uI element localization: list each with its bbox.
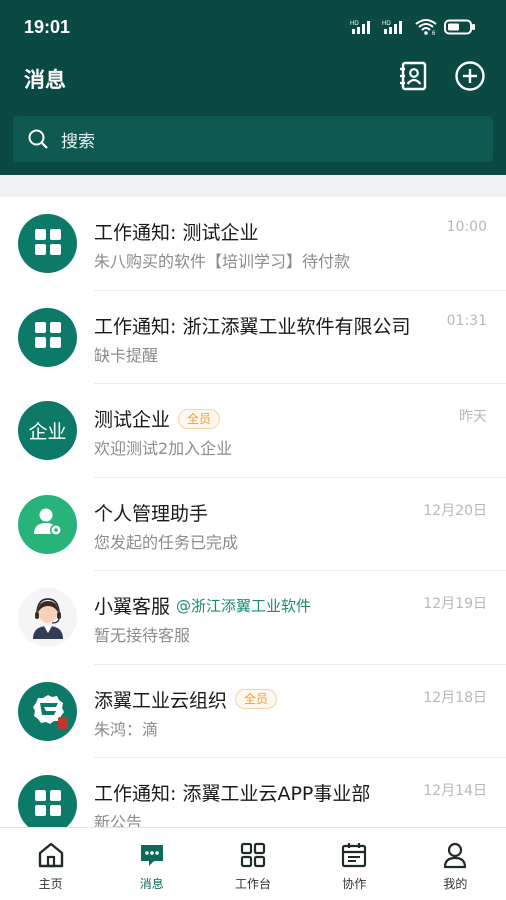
grid-icon [33, 320, 63, 354]
grid-icon [33, 788, 63, 822]
grid-icon [33, 227, 63, 261]
tab-label: 工作台 [235, 877, 272, 891]
contacts-button[interactable] [396, 60, 432, 96]
tab-profile[interactable]: 我的 [405, 828, 506, 900]
conversation-item[interactable]: 小翼客服 @浙江添翼工业软件 暂无接待客服 12月19日 [0, 571, 506, 665]
section-gap [0, 175, 506, 197]
tab-label: 我的 [443, 877, 468, 891]
conversation-preview: 新公告 [94, 813, 143, 827]
home-icon [37, 840, 65, 870]
tab-collaboration[interactable]: 协作 [304, 828, 405, 900]
org-mention[interactable]: @浙江添翼工业软件 [176, 595, 311, 616]
conversation-list: 工作通知: 测试企业 朱八购买的软件【培训学习】待付款 10:00 工作通知: … [0, 197, 506, 827]
conversation-title: 小翼客服 @浙江添翼工业软件 [94, 595, 312, 618]
avatar [18, 307, 77, 367]
tab-label: 主页 [38, 877, 63, 891]
conversation-title: 工作通知: 浙江添翼工业软件有限公司 [94, 315, 411, 338]
conversation-preview: 暂无接待客服 [94, 626, 191, 645]
all-members-badge: 全员 [235, 689, 278, 709]
avatar [18, 214, 77, 273]
conversation-time: 12月20日 [423, 502, 487, 519]
avatar [18, 588, 77, 647]
conversation-title: 添翼工业云组织 全员 [94, 686, 278, 713]
conversation-item[interactable]: 个人管理助手 您发起的任务已完成 12月20日 [0, 478, 506, 571]
search-bar[interactable]: 搜索 [13, 116, 493, 162]
tab-label: 消息 [139, 877, 164, 891]
conversation-preview: 缺卡提醒 [94, 345, 159, 365]
bottom-tab-bar: 主页 消息 工作台 协作 我的 [0, 827, 506, 900]
svg-text:6: 6 [432, 31, 436, 36]
conversation-title: 工作通知: 添翼工业云APP事业部 [94, 783, 371, 805]
customer-service-icon [25, 593, 71, 643]
conversation-item[interactable]: 工作通知: 添翼工业云APP事业部 新公告 12月14日 [0, 758, 506, 827]
status-icons: HD HD 6 [350, 18, 476, 36]
avatar [18, 775, 77, 827]
signal-icon-2: HD [382, 19, 408, 35]
conversation-title: 测试企业 全员 [94, 405, 221, 432]
status-time: 19:01 [24, 17, 71, 37]
conversation-preview: 您发起的任务已完成 [94, 532, 239, 552]
battery-icon [444, 19, 476, 35]
conversation-preview: 朱八购买的软件【培训学习】待付款 [94, 252, 351, 271]
svg-text:HD: HD [382, 21, 391, 27]
profile-icon [441, 840, 469, 870]
avatar [18, 494, 77, 554]
conversation-title: 工作通知: 测试企业 [94, 222, 259, 244]
apps-icon [239, 840, 267, 870]
signal-icon: HD [350, 19, 376, 35]
wifi-icon: 6 [414, 18, 438, 36]
conversation-time: 12月18日 [423, 689, 487, 706]
search-placeholder: 搜索 [61, 131, 95, 152]
avatar: 企业 [18, 401, 77, 460]
plus-circle-icon [454, 60, 486, 96]
contact-book-icon [398, 60, 430, 96]
conversation-item[interactable]: 添翼工业云组织 全员 朱鸿：滴 12月18日 [0, 665, 506, 758]
tab-messages[interactable]: 消息 [101, 828, 202, 900]
conversation-time: 昨天 [459, 409, 487, 425]
conversation-item[interactable]: 工作通知: 测试企业 朱八购买的软件【培训学习】待付款 10:00 [0, 197, 506, 291]
conversation-time: 12月14日 [423, 783, 487, 799]
tab-workbench[interactable]: 工作台 [202, 828, 303, 900]
avatar-text: 企业 [28, 421, 67, 443]
conversation-preview: 朱鸿：滴 [94, 719, 159, 739]
person-gear-icon [31, 505, 65, 543]
tab-home[interactable]: 主页 [0, 828, 101, 900]
calendar-icon [340, 840, 368, 870]
conversation-title: 个人管理助手 [94, 502, 209, 525]
message-icon [138, 840, 166, 870]
search-icon [27, 128, 49, 150]
org-logo-icon [28, 689, 68, 733]
header: 19:01 HD HD 6 消息 搜索 [0, 0, 506, 175]
svg-text:HD: HD [350, 21, 359, 27]
conversation-time: 10:00 [446, 219, 487, 235]
status-bar: 19:01 HD HD 6 [0, 0, 506, 56]
conversation-time: 12月19日 [423, 596, 487, 612]
all-members-badge: 全员 [178, 408, 221, 429]
tab-label: 协作 [342, 877, 367, 891]
add-button[interactable] [452, 60, 488, 96]
conversation-item[interactable]: 企业 测试企业 全员 欢迎测试2加入企业 昨天 [0, 384, 506, 478]
conversation-preview: 欢迎测试2加入企业 [94, 439, 233, 458]
conversation-item[interactable]: 工作通知: 浙江添翼工业软件有限公司 缺卡提醒 01:31 [0, 291, 506, 384]
conversation-time: 01:31 [446, 312, 487, 329]
page-title: 消息 [24, 68, 66, 92]
avatar [18, 681, 77, 741]
